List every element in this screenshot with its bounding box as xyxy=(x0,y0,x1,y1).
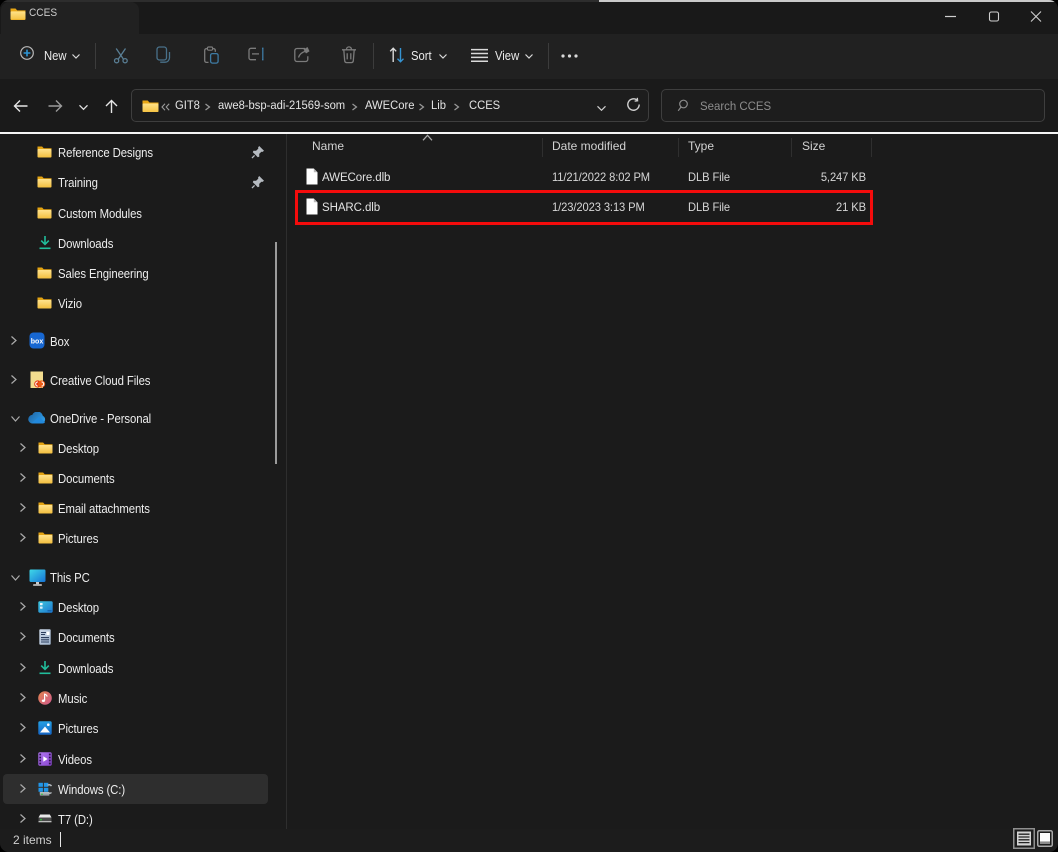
svg-text:box: box xyxy=(31,339,44,346)
